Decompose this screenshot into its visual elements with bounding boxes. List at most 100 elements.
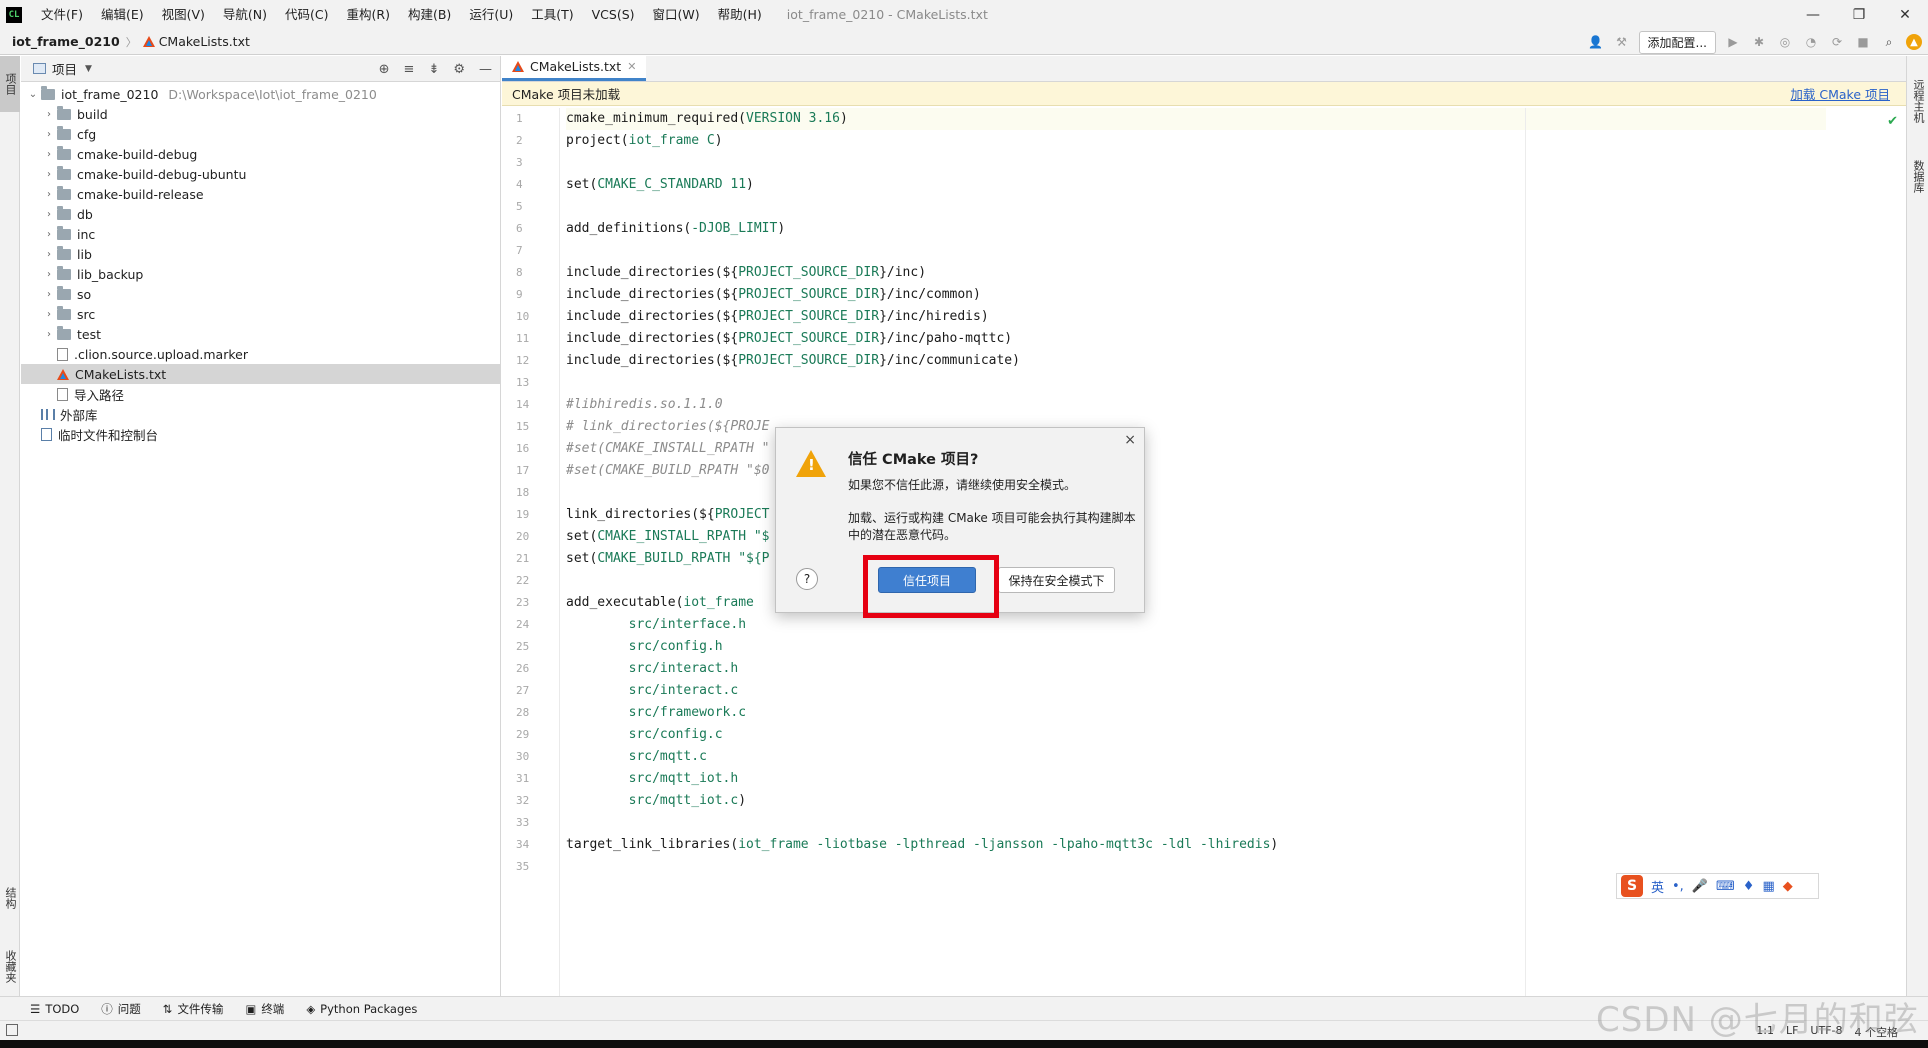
build-hammer-icon[interactable]: ⚒ bbox=[1613, 33, 1631, 51]
code-line[interactable]: src/framework.c bbox=[566, 702, 1826, 724]
menu-item[interactable]: 工具(T) bbox=[522, 0, 582, 29]
code-line[interactable]: add_executable(iot_frame bbox=[566, 592, 1826, 614]
chevron-down-icon[interactable]: ⌄ bbox=[25, 89, 41, 100]
tree-folder[interactable]: › build bbox=[21, 104, 500, 124]
tree-file[interactable]: 导入路径 bbox=[21, 384, 500, 404]
status-panel-icon[interactable] bbox=[6, 1024, 18, 1036]
load-cmake-project-link[interactable]: 加载 CMake 项目 bbox=[1790, 84, 1890, 103]
code-line[interactable]: link_directories(${PROJECT bbox=[566, 504, 1826, 526]
chevron-right-icon[interactable]: › bbox=[41, 189, 57, 200]
tree-folder[interactable]: › so bbox=[21, 284, 500, 304]
tree-folder[interactable]: › cmake-build-release bbox=[21, 184, 500, 204]
code-line[interactable] bbox=[566, 570, 1826, 592]
user-icon[interactable]: 👤 bbox=[1587, 33, 1605, 51]
code-line[interactable]: src/config.h bbox=[566, 636, 1826, 658]
punctuation-icon[interactable]: •, bbox=[1672, 879, 1684, 894]
code-line[interactable]: add_definitions(-DJOB_LIMIT) bbox=[566, 218, 1826, 240]
tree-folder[interactable]: › src bbox=[21, 304, 500, 324]
menu-item[interactable]: 构建(B) bbox=[399, 0, 460, 29]
more-icon[interactable]: ◆ bbox=[1783, 879, 1793, 894]
chevron-right-icon[interactable]: › bbox=[41, 149, 57, 160]
tool-window-problems[interactable]: ⓘ 问题 bbox=[101, 1001, 141, 1017]
tool-tab-favorites[interactable]: 收藏夹 bbox=[0, 936, 20, 996]
menu-item[interactable]: 导航(N) bbox=[214, 0, 276, 29]
search-icon[interactable]: ⌕ bbox=[1880, 33, 1898, 51]
chevron-right-icon[interactable]: › bbox=[41, 209, 57, 220]
code-line[interactable]: include_directories(${PROJECT_SOURCE_DIR… bbox=[566, 350, 1826, 372]
tree-folder[interactable]: › cfg bbox=[21, 124, 500, 144]
close-icon[interactable]: × bbox=[1124, 432, 1136, 448]
menu-item[interactable]: 帮助(H) bbox=[709, 0, 771, 29]
locate-icon[interactable]: ⊕ bbox=[379, 62, 390, 77]
tool-tab-remote-host[interactable]: 远程主机 bbox=[1907, 66, 1928, 136]
code-line[interactable]: set(CMAKE_BUILD_RPATH "${P bbox=[566, 548, 1826, 570]
run-icon[interactable]: ▶ bbox=[1724, 33, 1742, 51]
code-line[interactable] bbox=[566, 482, 1826, 504]
chevron-right-icon[interactable]: › bbox=[41, 309, 57, 320]
code-editor[interactable]: 1 2 3 4 5 6 7 8 9 10 11 12 13 14 15 16 17 18 19 20 21 22 23 24 2… bbox=[502, 108, 1906, 996]
hide-icon[interactable]: — bbox=[479, 62, 492, 77]
editor-tab-cmakelists[interactable]: CMakeLists.txt ✕ bbox=[502, 55, 647, 81]
stay-safe-mode-button[interactable]: 保持在安全模式下 bbox=[998, 567, 1115, 593]
menu-item[interactable]: 编辑(E) bbox=[92, 0, 153, 29]
chevron-right-icon[interactable]: › bbox=[41, 289, 57, 300]
chevron-right-icon[interactable]: › bbox=[41, 329, 57, 340]
chevron-right-icon[interactable]: › bbox=[41, 249, 57, 260]
ime-logo[interactable]: S bbox=[1621, 875, 1643, 897]
breadcrumb-project[interactable]: iot_frame_0210 bbox=[12, 34, 120, 49]
profile-icon[interactable]: ◔ bbox=[1802, 33, 1820, 51]
code-line[interactable]: src/interface.h bbox=[566, 614, 1826, 636]
project-panel-title[interactable]: 项目 bbox=[52, 59, 77, 78]
minimize-button[interactable]: — bbox=[1790, 0, 1836, 29]
code-line[interactable]: project(iot_frame C) bbox=[566, 130, 1826, 152]
tool-tab-structure[interactable]: 结构 bbox=[0, 876, 20, 920]
menu-item[interactable]: 视图(V) bbox=[153, 0, 214, 29]
menu-item[interactable]: 文件(F) bbox=[32, 0, 92, 29]
tree-folder[interactable]: › inc bbox=[21, 224, 500, 244]
chevron-right-icon[interactable]: › bbox=[41, 229, 57, 240]
maximize-button[interactable]: ❐ bbox=[1836, 0, 1882, 29]
code-line[interactable]: # link_directories(${PROJE bbox=[566, 416, 1826, 438]
code-line[interactable] bbox=[566, 152, 1826, 174]
expand-all-icon[interactable]: ≡ bbox=[404, 62, 415, 77]
tree-file[interactable]: .clion.source.upload.marker bbox=[21, 344, 500, 364]
tree-folder[interactable]: › lib bbox=[21, 244, 500, 264]
code-line[interactable]: include_directories(${PROJECT_SOURCE_DIR… bbox=[566, 306, 1826, 328]
close-icon[interactable]: ✕ bbox=[627, 60, 636, 73]
code-line[interactable]: include_directories(${PROJECT_SOURCE_DIR… bbox=[566, 284, 1826, 306]
tool-window-python-packages[interactable]: ◈ Python Packages bbox=[306, 1002, 417, 1016]
code-line[interactable]: src/mqtt.c bbox=[566, 746, 1826, 768]
code-content[interactable]: cmake_minimum_required(VERSION 3.16) proj… bbox=[566, 108, 1826, 878]
tree-scratches[interactable]: 临时文件和控制台 bbox=[21, 424, 500, 444]
code-line[interactable]: src/interact.h bbox=[566, 658, 1826, 680]
toolbox-icon[interactable]: ▦ bbox=[1762, 879, 1774, 894]
menu-item[interactable]: VCS(S) bbox=[583, 0, 644, 29]
code-line[interactable]: #set(CMAKE_INSTALL_RPATH " bbox=[566, 438, 1826, 460]
code-line[interactable]: #libhiredis.so.1.1.0 bbox=[566, 394, 1826, 416]
chevron-right-icon[interactable]: › bbox=[41, 169, 57, 180]
code-line[interactable]: src/config.c bbox=[566, 724, 1826, 746]
gear-icon[interactable]: ⚙ bbox=[453, 62, 465, 77]
microphone-icon[interactable]: 🎤 bbox=[1692, 879, 1708, 894]
code-line[interactable]: include_directories(${PROJECT_SOURCE_DIR… bbox=[566, 328, 1826, 350]
chevron-right-icon[interactable]: › bbox=[41, 129, 57, 140]
code-line[interactable]: src/interact.c bbox=[566, 680, 1826, 702]
code-line[interactable]: set(CMAKE_INSTALL_RPATH "$ bbox=[566, 526, 1826, 548]
tree-folder[interactable]: › cmake-build-debug bbox=[21, 144, 500, 164]
code-line[interactable]: set(CMAKE_C_STANDARD 11) bbox=[566, 174, 1826, 196]
update-icon[interactable]: ▲ bbox=[1906, 34, 1922, 50]
tree-file[interactable]: CMakeLists.txt bbox=[21, 364, 500, 384]
close-window-button[interactable]: ✕ bbox=[1882, 0, 1928, 29]
collapse-all-icon[interactable]: ⇟ bbox=[428, 62, 439, 77]
code-line[interactable]: cmake_minimum_required(VERSION 3.16) bbox=[566, 108, 1826, 130]
code-line[interactable]: src/mqtt_iot.h bbox=[566, 768, 1826, 790]
tool-window-terminal[interactable]: ▣ 终端 bbox=[245, 1001, 284, 1017]
coverage-icon[interactable]: ◎ bbox=[1776, 33, 1794, 51]
chevron-right-icon[interactable]: › bbox=[41, 109, 57, 120]
debug-icon[interactable]: ✱ bbox=[1750, 33, 1768, 51]
code-line[interactable] bbox=[566, 372, 1826, 394]
chevron-right-icon[interactable]: › bbox=[41, 269, 57, 280]
keyboard-icon[interactable]: ⌨ bbox=[1716, 879, 1735, 894]
tree-folder[interactable]: › test bbox=[21, 324, 500, 344]
menu-item[interactable]: 运行(U) bbox=[460, 0, 522, 29]
